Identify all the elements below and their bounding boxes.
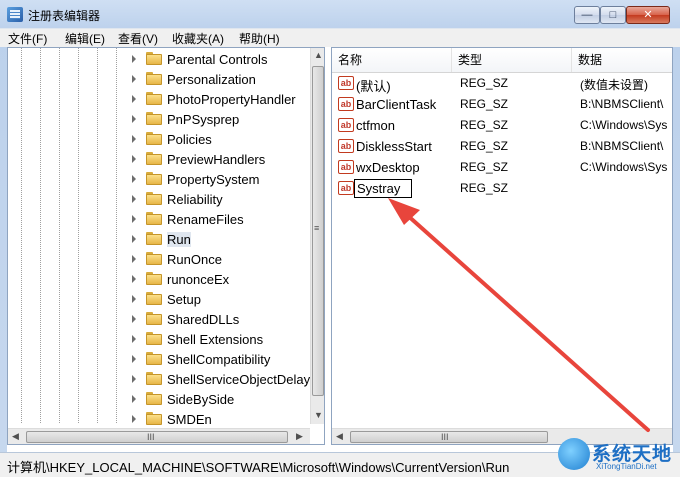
- watermark-url: XiTongTianDi.net: [596, 462, 657, 471]
- annotation-arrow-shaft: [395, 204, 650, 432]
- annotation-arrow: [388, 198, 650, 432]
- watermark: 系统天地 XiTongTianDi.net: [558, 436, 680, 476]
- watermark-logo-icon: [558, 438, 590, 470]
- registry-editor-window: 注册表编辑器 — □ ✕ 文件(F) 编辑(E) 查看(V) 收藏夹(A) 帮助…: [0, 0, 680, 477]
